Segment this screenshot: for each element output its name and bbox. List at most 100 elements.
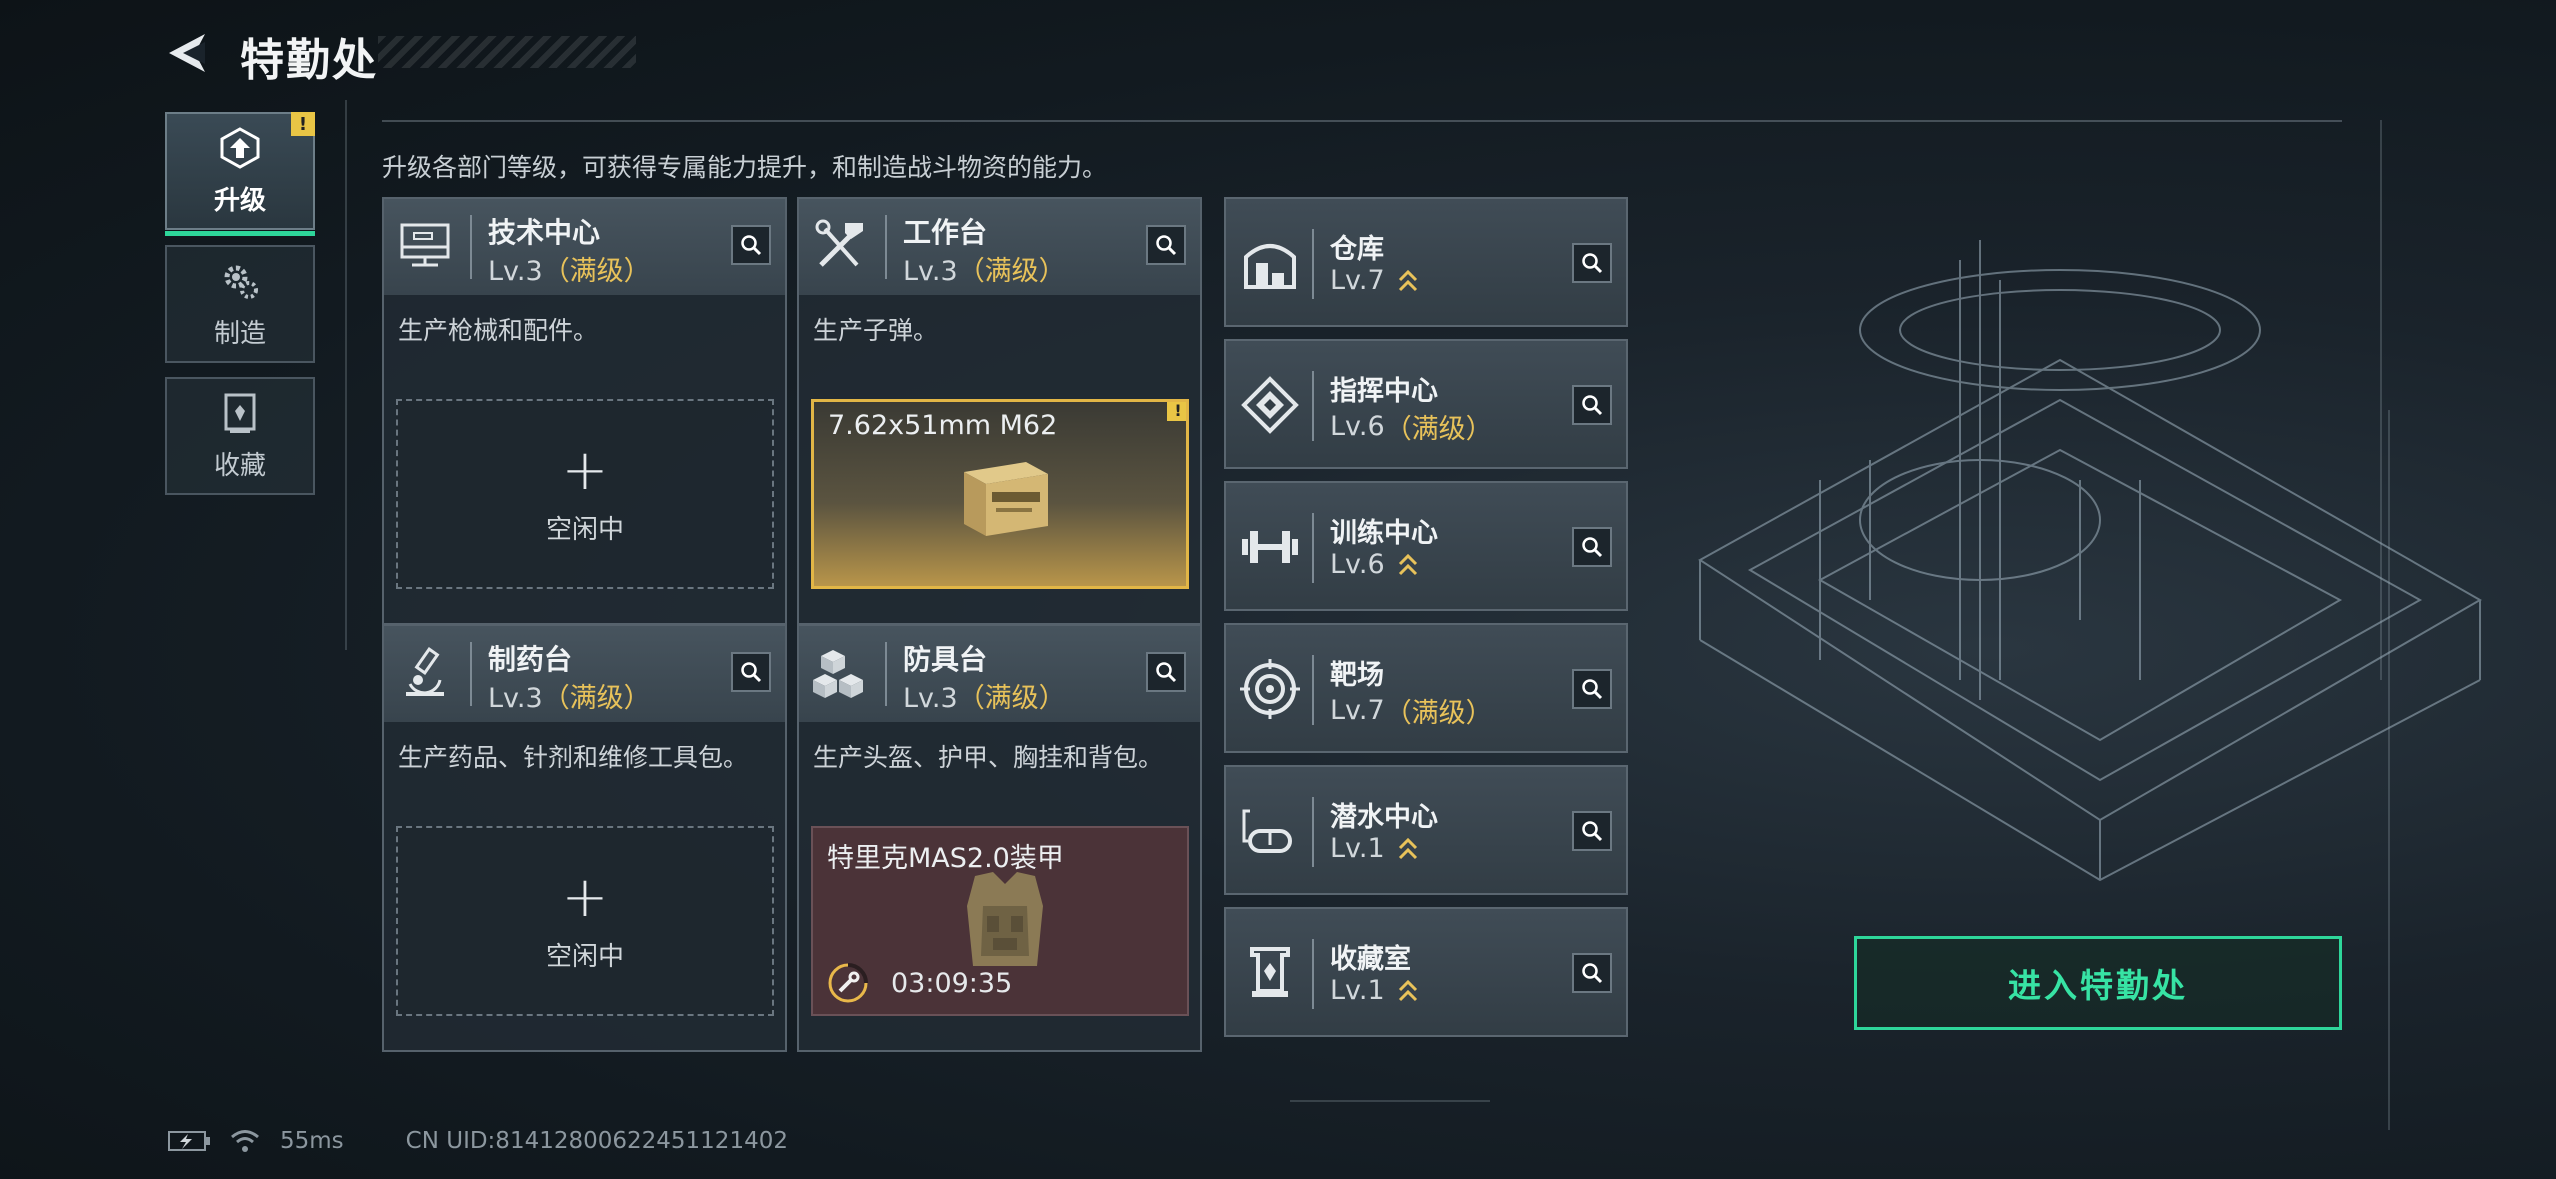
room-name: 仓库 <box>1330 234 1384 265</box>
upgrade-icon <box>220 126 260 169</box>
add-icon: + <box>561 437 609 503</box>
search-icon <box>1156 662 1177 683</box>
search-icon <box>1156 235 1177 256</box>
upgrade-available-icon <box>1398 979 1417 1001</box>
facility-description: 生产药品、针剂和维修工具包。 <box>398 743 749 772</box>
production-slot-empty[interactable]: + 空闲中 <box>396 826 774 1016</box>
facility-level: Lv.3（满级） <box>903 256 1066 287</box>
production-slot-armor[interactable]: 特里克MAS2.0装甲 03:09:35 <box>811 826 1189 1016</box>
gear-icon <box>224 265 258 299</box>
room-level: Lv.7 （满级） <box>1330 695 1493 729</box>
room-collection-room[interactable]: 收藏室 Lv.1 <box>1224 907 1628 1037</box>
facility-level: Lv.3（满级） <box>903 683 1066 714</box>
upgrade-available-icon <box>1398 553 1417 575</box>
command-icon <box>1241 376 1299 434</box>
search-icon <box>1582 253 1603 274</box>
room-shooting-range[interactable]: 靶场 Lv.7 （满级） <box>1224 623 1628 753</box>
search-icon <box>1582 395 1603 416</box>
warehouse-icon <box>1244 244 1296 289</box>
dumbbell-icon <box>1242 531 1298 563</box>
room-level: Lv.1 <box>1330 833 1419 864</box>
armor-vest-image <box>967 872 1043 966</box>
facility-level: Lv.3（满级） <box>488 683 651 714</box>
upgrade-available-icon <box>1398 837 1417 859</box>
nav-label: 收藏 <box>213 450 266 481</box>
nav-label: 制造 <box>213 318 266 349</box>
production-slot-ammo[interactable]: 7.62x51mm M62 ! <box>811 399 1189 589</box>
search-icon <box>741 662 762 683</box>
room-level: Lv.7 <box>1330 265 1419 296</box>
facility-name: 技术中心 <box>488 216 601 249</box>
title-decoration <box>378 36 636 68</box>
room-name: 收藏室 <box>1330 944 1411 975</box>
user-uid: CN UID:814128006224511214​02 <box>405 1128 788 1154</box>
inspect-button[interactable] <box>1146 225 1186 265</box>
production-slot-empty[interactable]: + 空闲中 <box>396 399 774 589</box>
facility-card-workbench: 工作台 Lv.3（满级） 生产子弹。 7.62x51mm M62 ! <box>797 197 1202 625</box>
inspect-button[interactable] <box>1146 652 1186 692</box>
item-name: 7.62x51mm M62 <box>828 410 1058 441</box>
status-bar: 55ms CN UID:814128006224511214​02 <box>168 1128 788 1154</box>
room-warehouse[interactable]: 仓库 Lv.7 <box>1224 197 1628 327</box>
inspect-button[interactable] <box>1572 527 1612 567</box>
room-diving-center[interactable]: 潜水中心 Lv.1 <box>1224 765 1628 895</box>
warning-badge: ! <box>1167 402 1186 421</box>
facility-hologram <box>1698 240 2483 882</box>
facility-card-armor-bench: 防具台 Lv.3（满级） 生产头盔、护甲、胸挂和背包。 特里克MAS2.0装甲 … <box>797 624 1202 1052</box>
facility-description: 生产子弹。 <box>813 316 939 345</box>
target-icon <box>1240 659 1300 719</box>
wrench-timer-icon <box>828 963 868 1003</box>
facility-card-tech-center: 技术中心 Lv.3（满级） 生产枪械和配件。 + 空闲中 <box>382 197 787 625</box>
inspect-button[interactable] <box>1572 669 1612 709</box>
wifi-icon <box>231 1130 259 1152</box>
search-icon <box>741 235 762 256</box>
search-icon <box>1582 821 1603 842</box>
room-name: 训练中心 <box>1330 518 1438 549</box>
collection-room-icon <box>1250 947 1290 997</box>
ammo-box-image <box>964 462 1048 536</box>
enter-special-ops-button[interactable]: 进入特勤处 <box>1854 936 2342 1030</box>
room-command-center[interactable]: 指挥中心 Lv.6 （满级） <box>1224 339 1628 469</box>
inspect-button[interactable] <box>1572 385 1612 425</box>
computer-icon <box>400 223 450 267</box>
facility-description: 生产枪械和配件。 <box>398 316 599 345</box>
network-ping: 55ms <box>280 1128 344 1154</box>
room-level: Lv.6 <box>1330 549 1419 580</box>
inspect-button[interactable] <box>731 652 771 692</box>
inspect-button[interactable] <box>1572 811 1612 851</box>
facility-name: 防具台 <box>903 643 988 676</box>
facility-name: 制药台 <box>488 643 573 676</box>
search-icon <box>1582 963 1603 984</box>
warning-badge: ! <box>291 112 315 136</box>
room-level: Lv.6 （满级） <box>1330 411 1493 445</box>
facility-level: Lv.3（满级） <box>488 256 651 287</box>
page-title: 特勤处 <box>240 35 378 86</box>
inspect-button[interactable] <box>1572 243 1612 283</box>
room-training-center[interactable]: 训练中心 Lv.6 <box>1224 481 1628 611</box>
search-icon <box>1582 679 1603 700</box>
slot-status: 空闲中 <box>545 514 624 545</box>
craft-timer: 03:09:35 <box>891 968 1013 999</box>
nav-collection[interactable]: 收藏 <box>165 377 315 495</box>
inspect-button[interactable] <box>731 225 771 265</box>
page-description: 升级各部门等级，可获得专属能力提升，和制造战斗物资的能力。 <box>382 153 1108 182</box>
nav-upgrade[interactable]: 升级 ! <box>165 112 315 236</box>
add-icon: + <box>561 864 609 930</box>
room-level: Lv.1 <box>1330 975 1419 1006</box>
facility-card-pharmacy: 制药台 Lv.3（满级） 生产药品、针剂和维修工具包。 + 空闲中 <box>382 624 787 1052</box>
back-arrow-icon[interactable] <box>165 30 211 76</box>
room-name: 指挥中心 <box>1330 376 1438 407</box>
diving-mask-icon <box>1242 809 1292 853</box>
divider <box>382 120 2342 122</box>
nav-craft[interactable]: 制造 <box>165 245 315 363</box>
microscope-icon <box>406 647 444 696</box>
cubes-icon <box>813 650 863 698</box>
facility-description: 生产头盔、护甲、胸挂和背包。 <box>813 743 1164 772</box>
room-name: 潜水中心 <box>1330 802 1438 833</box>
collection-icon <box>224 393 256 433</box>
search-icon <box>1582 537 1603 558</box>
inspect-button[interactable] <box>1572 953 1612 993</box>
slot-status: 空闲中 <box>545 941 624 972</box>
tools-icon <box>815 219 863 267</box>
upgrade-available-icon <box>1398 269 1417 291</box>
